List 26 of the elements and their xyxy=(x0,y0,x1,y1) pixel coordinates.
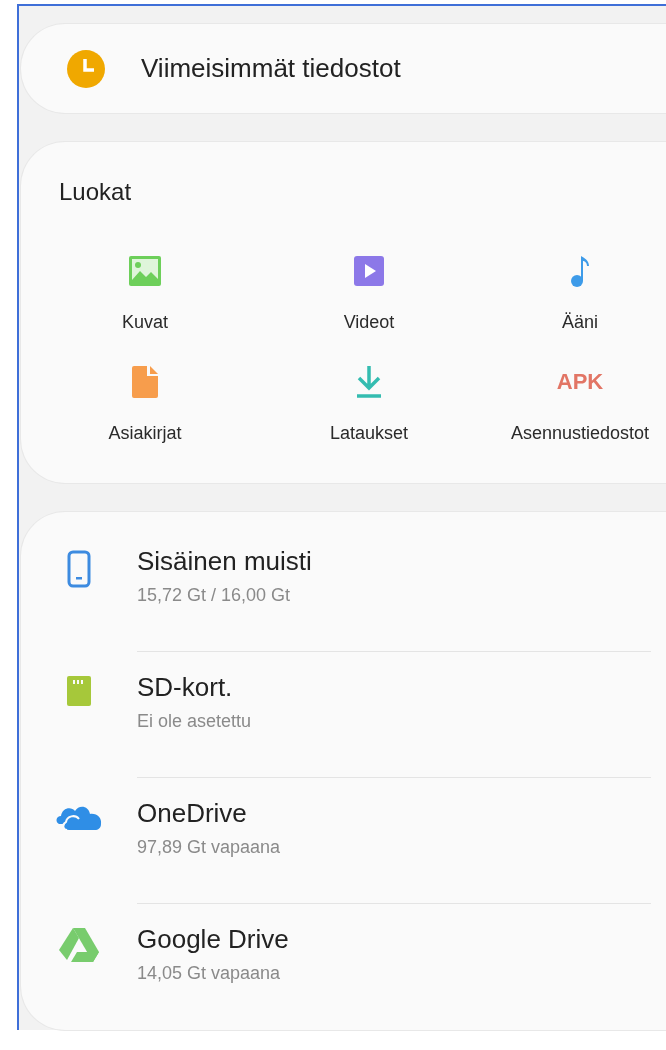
clock-icon xyxy=(67,49,105,88)
storage-name[interactable]: SD-kort. xyxy=(137,672,233,703)
play-icon xyxy=(354,256,384,287)
storage-detail: 97,89 Gt vapaana xyxy=(137,837,281,858)
storage-detail: 15,72 Gt / 16,00 Gt xyxy=(137,585,291,606)
storage-name[interactable]: OneDrive xyxy=(137,798,247,829)
category-link[interactable]: Asennustiedostot xyxy=(510,423,650,445)
download-icon xyxy=(354,365,384,400)
music-note-icon xyxy=(570,254,590,289)
section-title: Luokat xyxy=(59,178,132,207)
apk-icon: APK xyxy=(556,369,604,396)
phone-icon xyxy=(67,550,91,588)
storage-name[interactable]: Google Drive xyxy=(137,924,289,955)
drive-icon xyxy=(59,928,99,962)
storage-name[interactable]: Sisäinen muisti xyxy=(137,546,312,577)
document-icon xyxy=(132,366,158,399)
storage-detail: Ei ole asetettu xyxy=(137,711,252,732)
recent-files-button[interactable]: Viimeisimmät tiedostot xyxy=(21,24,666,114)
category-link[interactable]: Ääni xyxy=(562,312,598,334)
category-link[interactable]: Kuvat xyxy=(122,312,168,334)
sd-card-icon xyxy=(67,676,91,706)
storage-detail: 14,05 Gt vapaana xyxy=(137,963,281,984)
category-link[interactable]: Videot xyxy=(343,312,395,334)
category-link[interactable]: Asiakirjat xyxy=(108,423,182,445)
image-icon xyxy=(129,256,161,287)
category-link[interactable]: Lataukset xyxy=(329,423,409,445)
